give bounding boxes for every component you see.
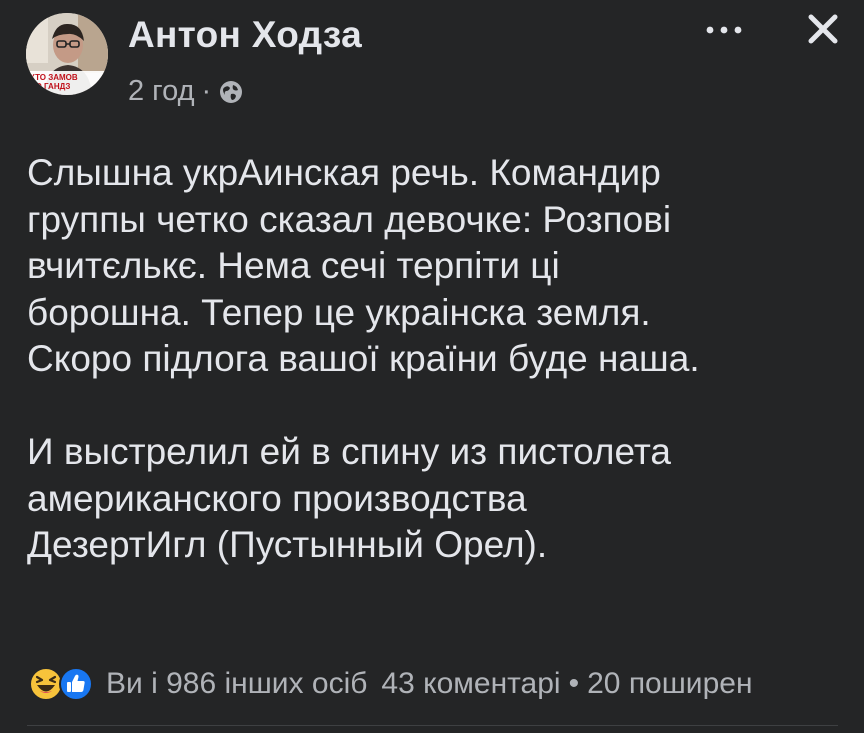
more-options-button[interactable] (700, 6, 748, 54)
post-body-line: группы четко сказал девочке: Розпові (27, 198, 672, 240)
reactions-summary[interactable]: Ви і 986 інших осіб (106, 667, 367, 701)
globe-icon (218, 79, 244, 105)
svg-text:КТО ЗАМОВ: КТО ЗАМОВ (30, 73, 78, 82)
more-horizontal-icon (706, 26, 742, 34)
reaction-icons[interactable] (28, 664, 98, 704)
avatar-image: КТО ЗАМОВ ВО ГАНДЗ (26, 13, 108, 95)
author-name[interactable]: Антон Ходза (128, 14, 362, 56)
like-reaction-icon (59, 667, 93, 701)
post-body-line: борошна. Тепер це украінска земля. (27, 291, 651, 333)
reactions-bar: Ви і 986 інших осіб 43 коментарі • 20 по… (28, 662, 753, 706)
post-body-line: И выстрелил ей в спину из пистолета (27, 431, 671, 472)
post-time[interactable]: 2 год (128, 75, 195, 108)
shares-count[interactable]: 20 поширен (587, 667, 752, 701)
post-body-line: Скоро підлога вашої країни буде наша. (27, 338, 700, 379)
post-body-line: американского производства (27, 477, 527, 519)
post-body-line: Слышна укрАинская речь. Командир (27, 152, 661, 193)
avatar[interactable]: КТО ЗАМОВ ВО ГАНДЗ (26, 13, 108, 95)
close-icon (808, 14, 838, 44)
post-body-line: вчитєлькє. Нема сечі терпіти ці (27, 245, 560, 286)
meta-separator: · (201, 75, 212, 107)
post-body-line: ДезертИгл (Пустынный Орел). (27, 524, 548, 565)
divider (27, 725, 838, 726)
svg-text:ВО ГАНДЗ: ВО ГАНДЗ (30, 82, 70, 91)
post-card: КТО ЗАМОВ ВО ГАНДЗ Антон Ходза 2 год · С… (0, 0, 864, 733)
stats-separator: • (568, 667, 580, 700)
post-body: Слышна укрАинская речь. Командир группы … (27, 150, 857, 569)
comments-count[interactable]: 43 коментарі (381, 667, 560, 701)
post-meta: 2 год · (128, 75, 244, 108)
close-button[interactable] (798, 4, 848, 54)
